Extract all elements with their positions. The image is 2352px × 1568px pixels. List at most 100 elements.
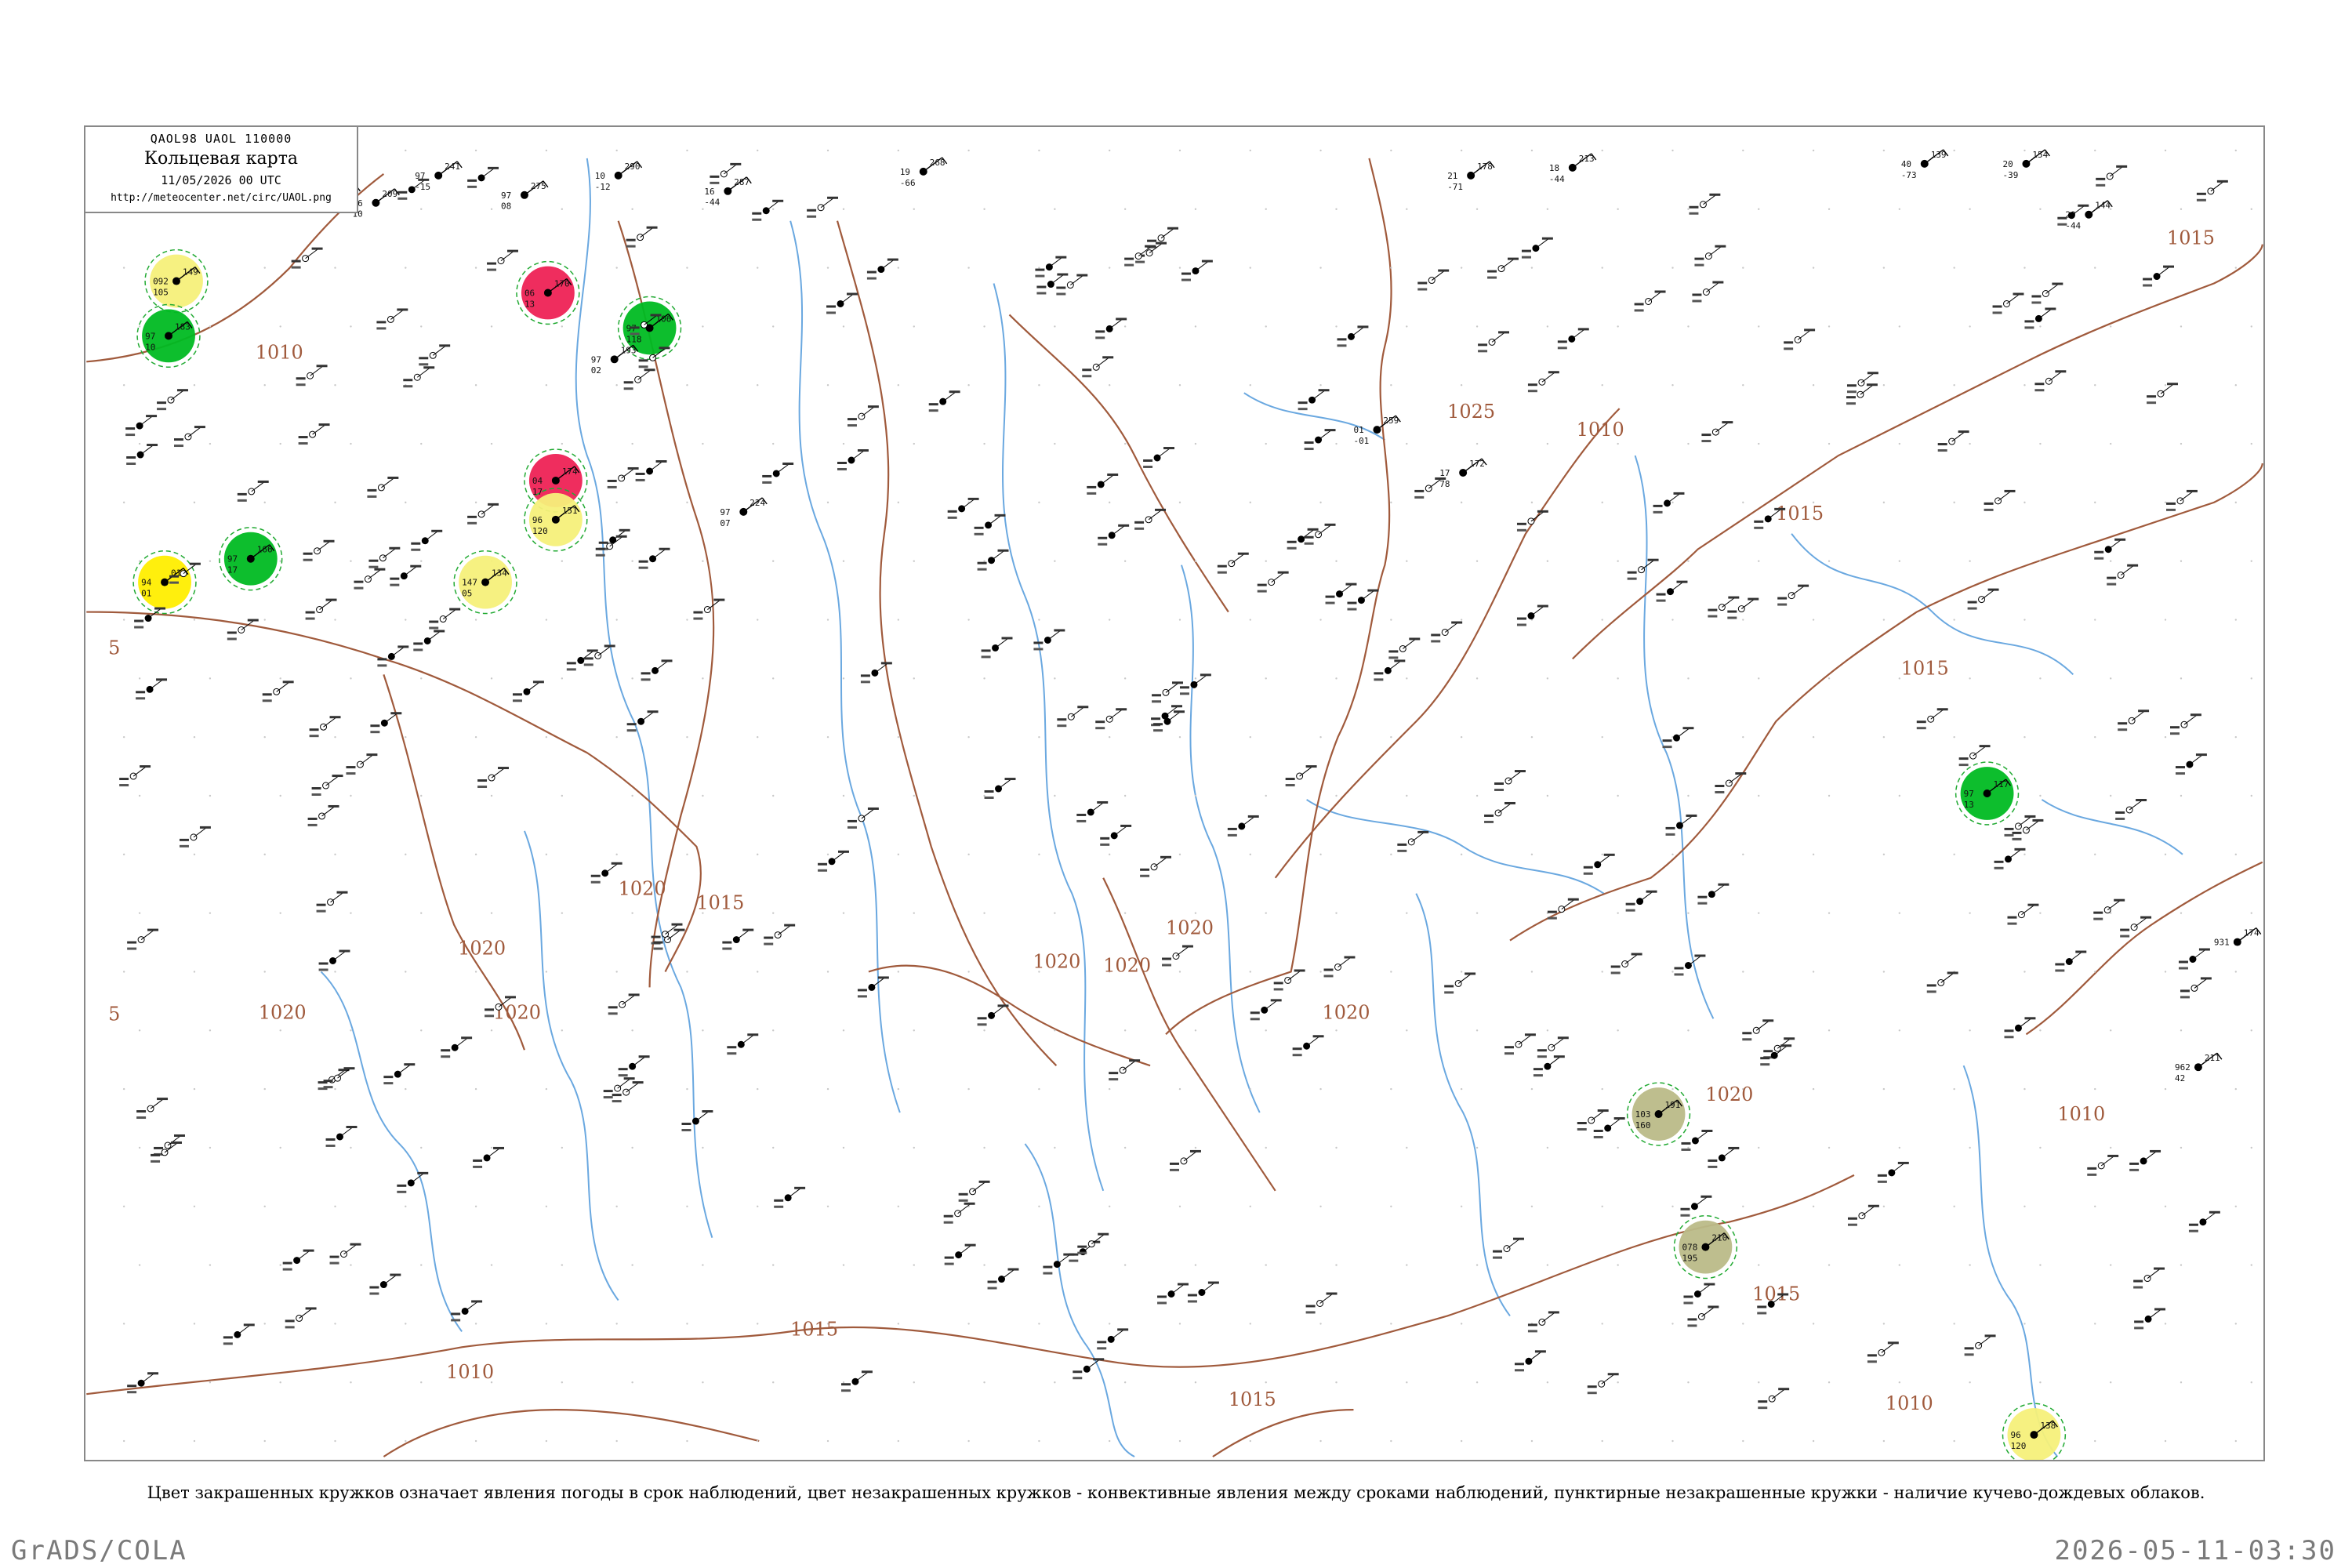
station-marker [2004,1017,2036,1039]
station-marker [653,928,685,950]
station-dewpoint: 10 [145,342,155,352]
station-marker [369,1273,401,1295]
cloud-cover-icon [1654,1110,1663,1119]
station-marker [1758,1388,1790,1410]
station-marker [638,547,670,569]
station-marker [1444,972,1476,994]
station-marker [1152,681,1183,703]
station-marker [635,460,667,481]
station-marker [467,166,499,188]
station-marker [1777,584,1809,606]
station-marker [291,247,323,269]
station-marker [1701,421,1733,443]
station-marker [1521,237,1553,259]
station-marker [487,249,518,271]
station-dewpoint: -44 [1549,174,1565,184]
station-marker [1147,227,1178,249]
station-marker [2166,489,2198,511]
station-dewpoint: -44 [2065,221,2081,231]
station-marker [1926,971,1958,993]
isobar-label: 1010 [446,1361,494,1383]
station-marker [1487,257,1519,279]
station-marker [1095,708,1127,730]
station-dewpoint: 01 [141,589,151,599]
station-marker [1140,855,1172,877]
cloud-cover-icon [1920,159,1929,168]
station-dewpoint: 120 [532,526,548,536]
station-marker [608,993,640,1015]
station-marker [2093,898,2125,920]
station-marker [2087,1154,2119,1176]
station-marker [1305,1292,1338,1314]
station-marker [847,807,879,829]
station-marker [618,1055,650,1077]
station-marker [1577,1109,1609,1131]
station-pressure: 209 [382,189,397,199]
station-marker [136,1098,169,1120]
station-marker [403,366,435,388]
station-marker [346,753,378,775]
station-marker [857,976,889,998]
station-marker [174,426,205,448]
station-marker [383,1063,416,1085]
station-dewpoint: -66 [900,178,916,188]
station-marker [623,368,655,390]
isobar-label: 1025 [1447,401,1495,423]
station-marker [607,466,639,488]
station-marker [368,546,401,568]
map-title: Кольцевая карта [143,149,298,169]
station-marker [1514,1350,1546,1372]
station-marker [1187,1281,1219,1303]
station-pressure: 210 [1711,1233,1727,1243]
station-marker [1694,245,1726,267]
station-marker [1867,1341,1899,1363]
station-temp: 97 [1964,789,1974,799]
station-marker [125,415,158,437]
station-dewpoint: 195 [1682,1254,1697,1264]
station-plot: 134 14705 [453,550,517,615]
station-marker [1087,473,1119,495]
station-marker [2188,1210,2220,1232]
station-marker [1285,765,1317,787]
station-marker [119,765,151,787]
station-marker [1683,1283,1715,1305]
station-pressure: 144 [2095,201,2111,211]
station-dewpoint: 05 [462,589,472,599]
station-marker [1493,1237,1524,1259]
station-marker [1287,528,1319,550]
station-marker [1388,637,1421,659]
station-marker [1179,673,1211,695]
station-marker [1494,770,1526,792]
station-pressure: 174 [2244,928,2259,938]
station-marker [1689,193,1721,215]
station-temp: 96 [532,515,543,525]
cloud-cover-icon [739,507,748,516]
station-marker [807,196,839,218]
station-marker [1217,552,1249,574]
station-marker [752,199,784,221]
station-plot: 139 40-73 [1901,149,1949,180]
station-dewpoint: -01 [1353,436,1369,446]
station-temp: 97 [227,554,238,564]
station-pressure: 149 [183,267,198,278]
station-marker [1109,1059,1141,1081]
station-marker [1056,274,1088,296]
station-marker [1227,815,1259,837]
station-marker [1593,1117,1625,1138]
station-marker [1681,1129,1713,1151]
station-marker [1082,356,1114,378]
station-marker [318,949,350,971]
station-marker [1984,489,2016,511]
station-plot: 019401 [132,550,197,615]
isobar-label: 1010 [1886,1392,1933,1414]
station-marker [1610,953,1642,975]
station-pressure: 211 [2205,1053,2220,1063]
station-temp: 04 [532,476,543,486]
station-marker [1337,325,1369,347]
station-marker [1478,331,1509,353]
station-marker [354,568,386,590]
station-marker [1143,447,1174,468]
station-marker [2096,165,2128,187]
station-marker [590,862,622,884]
station-temp: 19 [900,167,910,177]
